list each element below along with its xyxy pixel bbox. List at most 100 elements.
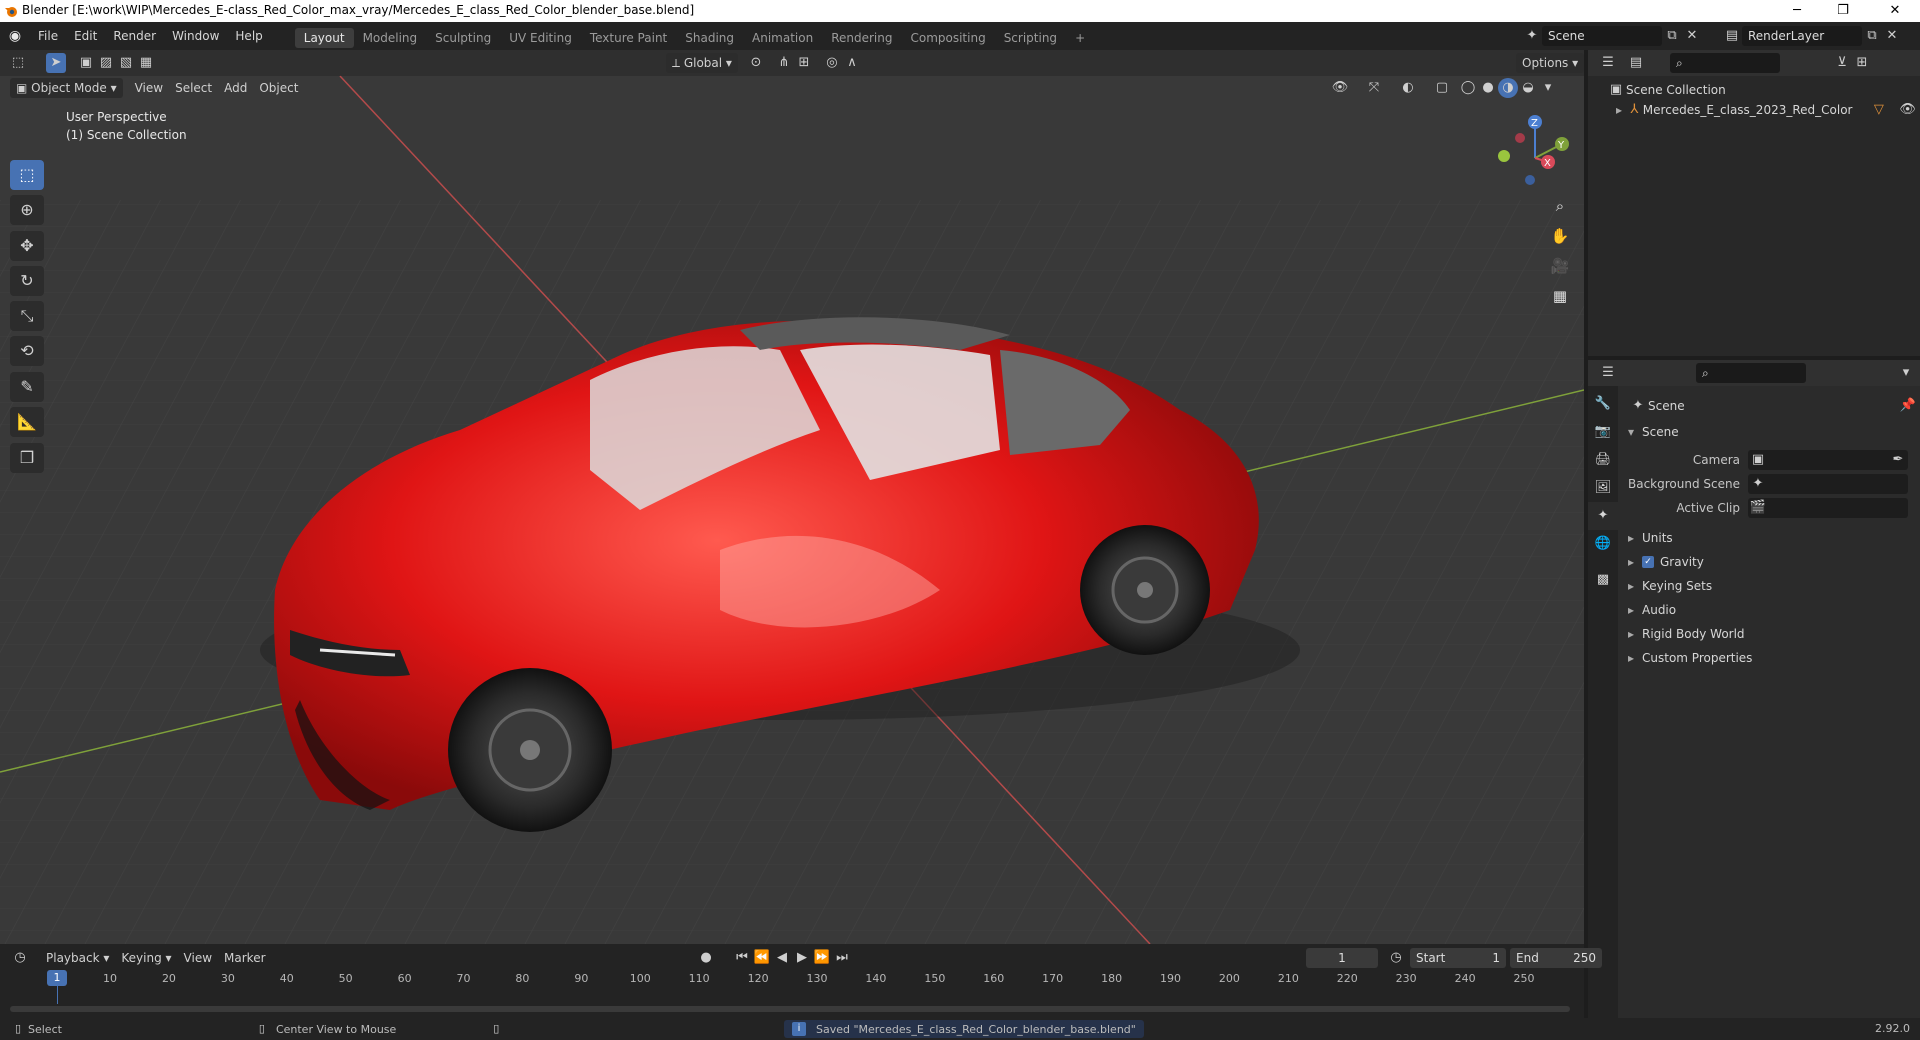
tab-rendering[interactable]: Rendering bbox=[822, 28, 901, 48]
pin-icon[interactable]: 📌 bbox=[1898, 396, 1918, 416]
active-clip-field[interactable]: 🎬 bbox=[1748, 498, 1908, 518]
select-box-tool-icon[interactable]: ⬚ bbox=[10, 160, 44, 190]
mode-dropdown[interactable]: ▣ Object Mode ▾ bbox=[10, 78, 123, 98]
snap-icon[interactable]: ⋔ bbox=[774, 53, 794, 73]
scene-panel-header[interactable]: ▾ Scene bbox=[1628, 420, 1918, 444]
select-box-subtract-icon[interactable]: ▧ bbox=[116, 53, 136, 73]
xray-toggle-icon[interactable]: ▢ bbox=[1432, 78, 1452, 98]
gravity-subpanel[interactable]: ▸ ✓ Gravity bbox=[1628, 550, 1918, 574]
tab-scripting[interactable]: Scripting bbox=[995, 28, 1066, 48]
menu-edit[interactable]: Edit bbox=[66, 22, 105, 50]
wireframe-shading-icon[interactable]: ◯ bbox=[1458, 78, 1478, 98]
gizmo-toggle-icon[interactable]: ⤧ bbox=[1364, 78, 1384, 98]
scene-tab-icon[interactable]: ✦ bbox=[1588, 502, 1618, 530]
blender-menu-icon[interactable]: ◉ bbox=[0, 28, 30, 44]
eye-visibility-icon[interactable]: 👁 bbox=[1899, 100, 1916, 120]
tab-uv-editing[interactable]: UV Editing bbox=[500, 28, 581, 48]
menu-file[interactable]: File bbox=[30, 22, 66, 50]
playhead-current-frame[interactable]: 1 bbox=[47, 970, 67, 986]
proportional-editing-icon[interactable]: ◎ bbox=[822, 53, 842, 73]
scene-name-field[interactable]: Scene bbox=[1542, 26, 1662, 46]
output-tab-icon[interactable]: 🖨 bbox=[1588, 446, 1618, 474]
custom-properties-subpanel[interactable]: ▸ Custom Properties bbox=[1628, 646, 1918, 670]
render-layer-selector[interactable]: ▤ RenderLayer ⧉ ✕ bbox=[1722, 26, 1902, 46]
3d-viewport[interactable]: Z Y X ⬚ ➤ ▣ ▨ ▧ ▦ ⟂ Global ▾ ⊙ ⋔ ⊞ ◎ ∧ O… bbox=[0, 50, 1584, 944]
texture-tab-icon[interactable]: ▩ bbox=[1588, 566, 1618, 594]
audio-subpanel[interactable]: ▸ Audio bbox=[1628, 598, 1918, 622]
tab-texture-paint[interactable]: Texture Paint bbox=[581, 28, 676, 48]
select-box-invert-icon[interactable]: ▦ bbox=[136, 53, 156, 73]
add-cube-tool-icon[interactable]: ❒ bbox=[10, 443, 44, 473]
select-box-new-icon[interactable]: ▣ bbox=[76, 53, 96, 73]
shading-options-icon[interactable]: ▾ bbox=[1538, 78, 1558, 98]
menu-render[interactable]: Render bbox=[105, 22, 164, 50]
pivot-point-icon[interactable]: ⊙ bbox=[746, 53, 766, 73]
world-tab-icon[interactable]: 🌐 bbox=[1588, 530, 1618, 558]
scene-selector[interactable]: ✦ Scene ⧉ ✕ bbox=[1522, 26, 1702, 46]
menu-help[interactable]: Help bbox=[227, 22, 270, 50]
outliner-row-car[interactable]: ▸ ⅄ Mercedes_E_class_2023_Red_Color ▽ 👁 bbox=[1606, 100, 1916, 120]
rendered-shading-icon[interactable]: ◒ bbox=[1518, 78, 1538, 98]
scale-tool-icon[interactable]: ⤡ bbox=[10, 301, 44, 331]
view-layer-tab-icon[interactable]: 🖼 bbox=[1588, 474, 1618, 502]
rotate-tool-icon[interactable]: ↻ bbox=[10, 266, 44, 296]
tab-sculpting[interactable]: Sculpting bbox=[426, 28, 500, 48]
transform-orientation-dropdown[interactable]: ⟂ Global ▾ bbox=[666, 53, 738, 73]
tab-layout[interactable]: Layout bbox=[294, 28, 354, 48]
close-window-button[interactable]: ✕ bbox=[1872, 0, 1918, 22]
outliner-search-input[interactable]: ⌕ bbox=[1670, 53, 1780, 73]
expand-arrow-icon[interactable]: ▸ bbox=[1616, 100, 1626, 120]
menu-select[interactable]: Select bbox=[169, 78, 218, 98]
outliner-filter-icon[interactable]: ⊻ bbox=[1832, 53, 1852, 73]
move-tool-icon[interactable]: ✥ bbox=[10, 231, 44, 261]
cursor-tool-icon[interactable]: ⊕ bbox=[10, 195, 44, 225]
measure-tool-icon[interactable]: 📐 bbox=[10, 407, 44, 437]
select-box-extend-icon[interactable]: ▨ bbox=[96, 53, 116, 73]
delete-render-layer-icon[interactable]: ✕ bbox=[1882, 26, 1902, 46]
menu-view[interactable]: View bbox=[129, 78, 169, 98]
maximize-button[interactable]: ❐ bbox=[1820, 0, 1866, 22]
options-dropdown[interactable]: Options ▾ bbox=[1516, 53, 1584, 73]
keying-sets-subpanel[interactable]: ▸ Keying Sets bbox=[1628, 574, 1918, 598]
new-scene-icon[interactable]: ⧉ bbox=[1662, 26, 1682, 46]
tab-shading[interactable]: Shading bbox=[676, 28, 743, 48]
menu-window[interactable]: Window bbox=[164, 22, 227, 50]
camera-field[interactable]: ▣ ✒ bbox=[1748, 450, 1908, 470]
solid-shading-icon[interactable]: ● bbox=[1478, 78, 1498, 98]
delete-scene-icon[interactable]: ✕ bbox=[1682, 26, 1702, 46]
render-tab-icon[interactable]: 📷 bbox=[1588, 418, 1618, 446]
menu-add[interactable]: Add bbox=[218, 78, 253, 98]
annotate-tool-icon[interactable]: ✎ bbox=[10, 372, 44, 402]
camera-view-icon[interactable]: 🎥 bbox=[1546, 252, 1574, 280]
minimize-button[interactable]: ─ bbox=[1774, 0, 1820, 22]
properties-options-icon[interactable]: ▾ bbox=[1896, 363, 1916, 383]
select-tool-icon[interactable]: ➤ bbox=[46, 53, 66, 73]
gravity-checkbox[interactable]: ✓ bbox=[1642, 556, 1654, 568]
snap-target-icon[interactable]: ⊞ bbox=[794, 53, 814, 73]
tab-compositing[interactable]: Compositing bbox=[901, 28, 994, 48]
add-workspace-button[interactable]: + bbox=[1066, 28, 1094, 48]
material-preview-shading-icon[interactable]: ◑ bbox=[1498, 78, 1518, 98]
properties-editor-type-icon[interactable]: ☰ bbox=[1598, 363, 1618, 383]
falloff-icon[interactable]: ∧ bbox=[842, 53, 862, 73]
overlays-toggle-icon[interactable]: ◐ bbox=[1398, 78, 1418, 98]
visibility-icon[interactable]: 👁 bbox=[1330, 78, 1350, 98]
tool-tab-icon[interactable]: 🔧 bbox=[1588, 390, 1618, 418]
menu-object[interactable]: Object bbox=[253, 78, 304, 98]
new-render-layer-icon[interactable]: ⧉ bbox=[1862, 26, 1882, 46]
outliner-display-mode-icon[interactable]: ▤ bbox=[1626, 53, 1646, 73]
tab-modeling[interactable]: Modeling bbox=[354, 28, 427, 48]
outliner-editor-type-icon[interactable]: ☰ bbox=[1598, 53, 1618, 73]
editor-type-icon[interactable]: ⬚ bbox=[8, 53, 28, 73]
ortho-grid-icon[interactable]: ▦ bbox=[1546, 282, 1574, 310]
rigid-body-world-subpanel[interactable]: ▸ Rigid Body World bbox=[1628, 622, 1918, 646]
new-collection-icon[interactable]: ⊞ bbox=[1852, 53, 1872, 73]
outliner-row-scene-collection[interactable]: ▣ Scene Collection bbox=[1606, 80, 1916, 100]
render-layer-field[interactable]: RenderLayer bbox=[1742, 26, 1862, 46]
pan-hand-icon[interactable]: ✋ bbox=[1546, 222, 1574, 250]
zoom-icon[interactable]: ⌕ bbox=[1546, 192, 1574, 220]
eyedropper-icon[interactable]: ✒ bbox=[1888, 450, 1908, 470]
transform-tool-icon[interactable]: ⟲ bbox=[10, 336, 44, 366]
units-subpanel[interactable]: ▸ Units bbox=[1628, 526, 1918, 550]
properties-search-input[interactable]: ⌕ bbox=[1696, 363, 1806, 383]
